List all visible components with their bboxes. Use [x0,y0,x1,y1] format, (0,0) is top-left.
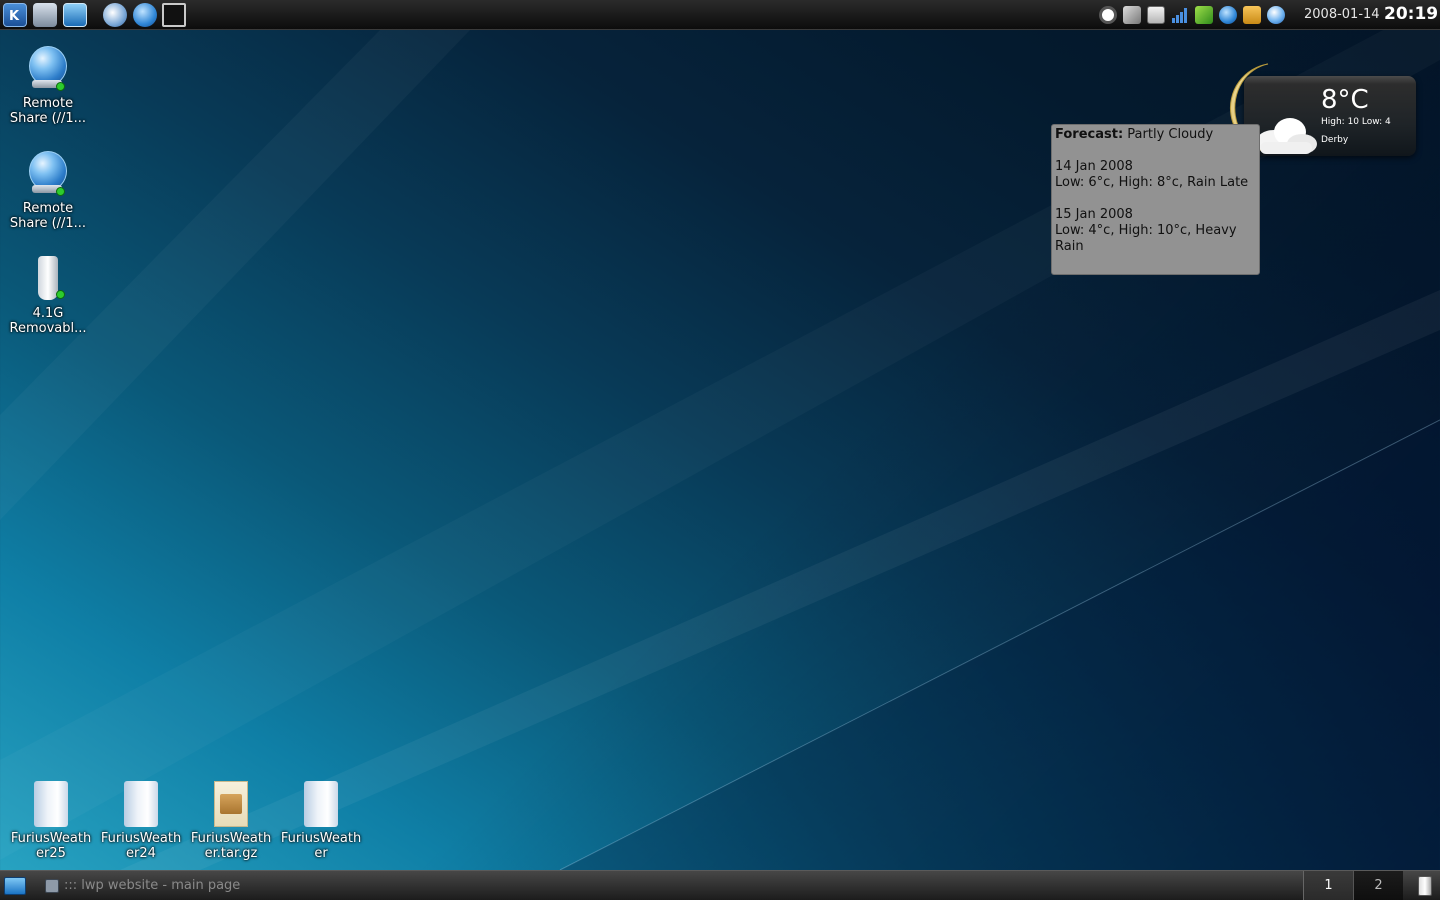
forecast-label: Forecast: [1055,127,1124,142]
window-icon [45,879,59,893]
desktop-icon-furiusweather[interactable]: FuriusWeather [276,781,366,861]
desktop-icon-label: FuriusWeather24 [100,831,182,861]
cloud-icon [1256,118,1317,154]
forecast-day2-text: Low: 4°c, High: 10°c, Heavy Rain [1055,223,1237,254]
forecast-day1-date: 14 Jan 2008 [1055,159,1133,174]
globe-tray-icon[interactable] [1267,6,1285,24]
show-desktop-icon[interactable] [4,877,26,895]
desktop-icon-label: FuriusWeather25 [10,831,92,861]
battery-icon[interactable] [1195,6,1213,24]
weather-temperature: 8°C [1321,85,1369,115]
desktop-pager: 1 2 [1303,871,1403,900]
forecast-day2-date: 15 Jan 2008 [1055,207,1133,222]
folder-icon [124,781,158,827]
taskbar-task[interactable]: ::: lwp website - main page [40,871,300,900]
desktop-1-button[interactable]: 1 [1303,871,1353,900]
browser-icon[interactable] [133,3,157,27]
desktop-icon-label: FuriusWeather [280,831,362,861]
svg-text:K: K [9,9,20,24]
task-title: ::: lwp website - main page [64,878,241,893]
weather-city: Derby [1321,135,1349,145]
show-desktop-icon[interactable] [63,3,87,27]
network-icon[interactable] [1099,6,1117,24]
sound-icon[interactable] [1123,6,1141,24]
desktop-icon-removable-drive[interactable]: 4.1G Removabl... [3,256,93,336]
desktop-icon-label: Remote Share (//1... [9,201,87,231]
desktop-icon-label: Remote Share (//1... [9,96,87,126]
klipper-icon[interactable] [1147,6,1165,24]
browser-tray-icon[interactable] [1219,6,1237,24]
top-panel: K 2008-01-14 20:19 [0,0,1440,30]
weather-high-low: High: 10 Low: 4 [1321,117,1391,127]
package-icon [214,781,248,827]
desktop-icon-label: 4.1G Removabl... [9,306,87,336]
taskbar: ::: lwp website - main page 1 2 [0,870,1440,900]
forecast-line: Forecast: Partly Cloudy [1055,127,1256,143]
clock-date[interactable]: 2008-01-14 [1304,7,1380,22]
remote-share-icon [28,151,68,197]
desktop-icon-remote-share-1[interactable]: Remote Share (//1... [3,46,93,126]
konqueror-icon[interactable] [103,3,127,27]
remote-share-icon [28,46,68,92]
system-settings-icon[interactable] [33,3,57,27]
forecast-value: Partly Cloudy [1127,127,1214,142]
trash-icon[interactable] [1418,876,1432,896]
desktop-icon-furiusweather25[interactable]: FuriusWeather25 [6,781,96,861]
desktop-icon-furiusweather24[interactable]: FuriusWeather24 [96,781,186,861]
usb-drive-icon [28,256,68,302]
weather-forecast-tooltip: Forecast: Partly Cloudy 14 Jan 2008 Low:… [1051,124,1260,275]
desktop-icon-remote-share-2[interactable]: Remote Share (//1... [3,151,93,231]
desktop-icon-label: FuriusWeather.tar.gz [190,831,272,861]
folder-icon [34,781,68,827]
package-updater-icon[interactable] [1243,6,1261,24]
folder-icon [304,781,338,827]
kde-menu-icon[interactable]: K [3,3,27,27]
desktop-icon-furiusweather-tar[interactable]: FuriusWeather.tar.gz [186,781,276,861]
forecast-day1-text: Low: 6°c, High: 8°c, Rain Late [1055,175,1249,190]
terminal-icon[interactable] [162,3,186,27]
wifi-signal-icon[interactable] [1171,6,1189,24]
desktop-2-button[interactable]: 2 [1353,871,1403,900]
clock-time[interactable]: 20:19 [1384,4,1438,24]
